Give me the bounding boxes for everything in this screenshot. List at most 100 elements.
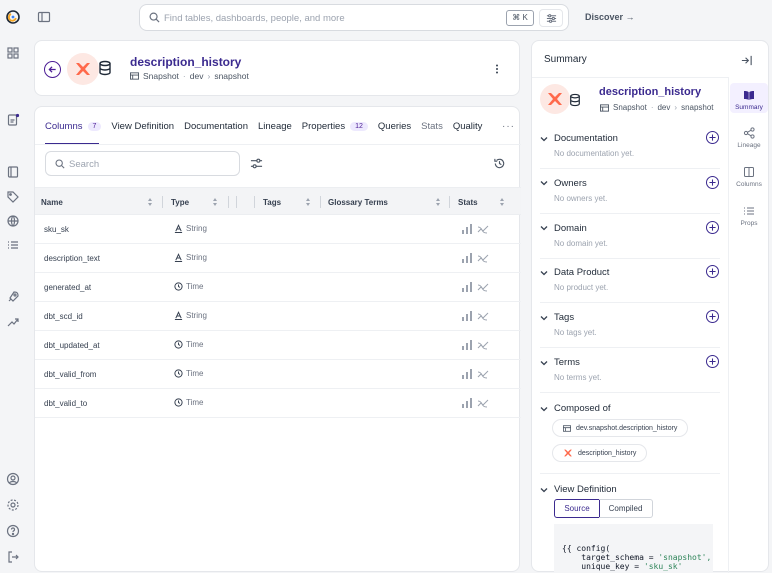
column-lineage-icon[interactable]: [477, 310, 489, 322]
more-tabs-icon[interactable]: ···: [502, 121, 515, 132]
tab-view-definition[interactable]: View Definition: [111, 121, 174, 132]
sort-icon[interactable]: [212, 197, 218, 207]
entity-title[interactable]: description_history: [130, 55, 241, 69]
table-row[interactable]: dbt_valid_to Time: [35, 389, 521, 418]
global-search-input[interactable]: Find tables, dashboards, people, and mor…: [139, 4, 569, 31]
history-icon[interactable]: [493, 157, 506, 170]
section-header[interactable]: Documentation: [540, 133, 618, 144]
help-icon[interactable]: [6, 524, 20, 538]
sort-icon[interactable]: [435, 197, 441, 207]
column-lineage-icon[interactable]: [477, 397, 489, 409]
header-stats[interactable]: Stats: [458, 198, 478, 207]
back-button[interactable]: [44, 61, 61, 78]
bar-chart-icon[interactable]: [461, 310, 473, 322]
section-header[interactable]: Composed of: [540, 403, 611, 414]
composed-of-chip[interactable]: description_history: [552, 444, 648, 462]
table-row[interactable]: description_text String: [35, 244, 521, 273]
tab-quality[interactable]: Quality: [453, 121, 483, 132]
add-button[interactable]: [706, 175, 719, 189]
side-tab-columns[interactable]: Columns: [730, 166, 768, 188]
breadcrumb-database[interactable]: snapshot: [214, 71, 249, 81]
table-row[interactable]: generated_at Time: [35, 273, 521, 302]
bar-chart-icon[interactable]: [461, 339, 473, 351]
rocket-icon[interactable]: [6, 290, 20, 304]
column-name[interactable]: description_text: [44, 254, 100, 263]
columns-search-input[interactable]: Search: [45, 151, 240, 176]
column-lineage-icon[interactable]: [477, 281, 489, 293]
breadcrumb-schema[interactable]: dev: [657, 103, 670, 112]
tab-columns[interactable]: Columns 7: [45, 121, 102, 132]
search-filter-button[interactable]: [539, 9, 563, 27]
discover-link[interactable]: Discover →: [585, 12, 635, 22]
table-row[interactable]: dbt_updated_at Time: [35, 331, 521, 360]
bar-chart-icon[interactable]: [461, 368, 473, 380]
add-button[interactable]: [706, 265, 719, 279]
column-lineage-icon[interactable]: [477, 339, 489, 351]
compiled-toggle[interactable]: Compiled: [599, 499, 653, 518]
globe-icon[interactable]: [6, 214, 20, 228]
tag-icon[interactable]: [6, 190, 20, 204]
source-toggle[interactable]: Source: [554, 499, 600, 518]
bar-chart-icon[interactable]: [461, 252, 473, 264]
section-header[interactable]: Terms: [540, 357, 580, 368]
column-lineage-icon[interactable]: [477, 368, 489, 380]
sort-icon[interactable]: [147, 197, 153, 207]
tab-lineage[interactable]: Lineage: [258, 121, 292, 132]
table-row[interactable]: dbt_scd_id String: [35, 302, 521, 331]
add-button[interactable]: [706, 131, 719, 144]
collapse-panel-icon[interactable]: [740, 54, 753, 67]
app-logo-icon[interactable]: [6, 10, 20, 24]
bar-chart-icon[interactable]: [461, 281, 473, 293]
tab-stats[interactable]: Stats: [421, 121, 443, 132]
column-name[interactable]: dbt_scd_id: [44, 312, 83, 321]
column-name[interactable]: dbt_valid_from: [44, 370, 96, 379]
header-tags[interactable]: Tags: [263, 198, 281, 207]
section-header[interactable]: Owners: [540, 178, 587, 189]
sort-icon[interactable]: [305, 197, 311, 207]
sort-icon[interactable]: [499, 197, 505, 207]
grid-icon[interactable]: [6, 46, 20, 60]
settings-icon[interactable]: [6, 498, 20, 512]
chevron-down-icon: [540, 315, 548, 321]
table-row[interactable]: sku_sk String: [35, 215, 521, 244]
header-name[interactable]: Name: [41, 198, 63, 207]
more-vertical-icon[interactable]: [490, 62, 504, 76]
section-header[interactable]: View Definition: [540, 484, 617, 495]
divider: [540, 168, 720, 169]
logout-icon[interactable]: [6, 550, 20, 564]
section-header[interactable]: Data Product: [540, 267, 609, 278]
tab-properties[interactable]: Properties 12: [302, 121, 368, 132]
tab-queries[interactable]: Queries: [378, 121, 411, 132]
user-circle-icon[interactable]: [6, 472, 20, 486]
side-tab-props[interactable]: Props: [730, 205, 768, 227]
bar-chart-icon[interactable]: [461, 397, 473, 409]
tab-documentation[interactable]: Documentation: [184, 121, 248, 132]
sidebar-toggle-icon[interactable]: [37, 10, 51, 24]
section-header[interactable]: Domain: [540, 223, 587, 234]
composed-of-chip[interactable]: dev.snapshot.description_history: [552, 419, 689, 437]
column-name[interactable]: sku_sk: [44, 225, 69, 234]
column-lineage-icon[interactable]: [477, 223, 489, 235]
table-row[interactable]: dbt_valid_from Time: [35, 360, 521, 389]
column-name[interactable]: dbt_valid_to: [44, 399, 87, 408]
book-icon[interactable]: [6, 165, 20, 179]
filter-sliders-icon[interactable]: [250, 157, 263, 170]
header-type[interactable]: Type: [171, 198, 189, 207]
breadcrumb-database[interactable]: snapshot: [681, 103, 713, 112]
side-tab-lineage[interactable]: Lineage: [730, 127, 768, 149]
section-header[interactable]: Tags: [540, 312, 574, 323]
bar-chart-icon[interactable]: [461, 223, 473, 235]
breadcrumb-schema[interactable]: dev: [190, 71, 204, 81]
header-glossary-terms[interactable]: Glossary Terms: [328, 198, 388, 207]
column-name[interactable]: dbt_updated_at: [44, 341, 100, 350]
trending-icon[interactable]: [6, 315, 20, 329]
column-name[interactable]: generated_at: [44, 283, 91, 292]
side-tab-summary[interactable]: Summary: [730, 83, 768, 113]
add-button[interactable]: [706, 310, 719, 324]
summary-entity-title[interactable]: description_history: [599, 86, 701, 98]
inbox-icon[interactable]: [6, 113, 20, 127]
add-button[interactable]: [706, 355, 719, 368]
add-button[interactable]: [706, 220, 719, 234]
list-icon[interactable]: [6, 238, 20, 252]
column-lineage-icon[interactable]: [477, 252, 489, 264]
